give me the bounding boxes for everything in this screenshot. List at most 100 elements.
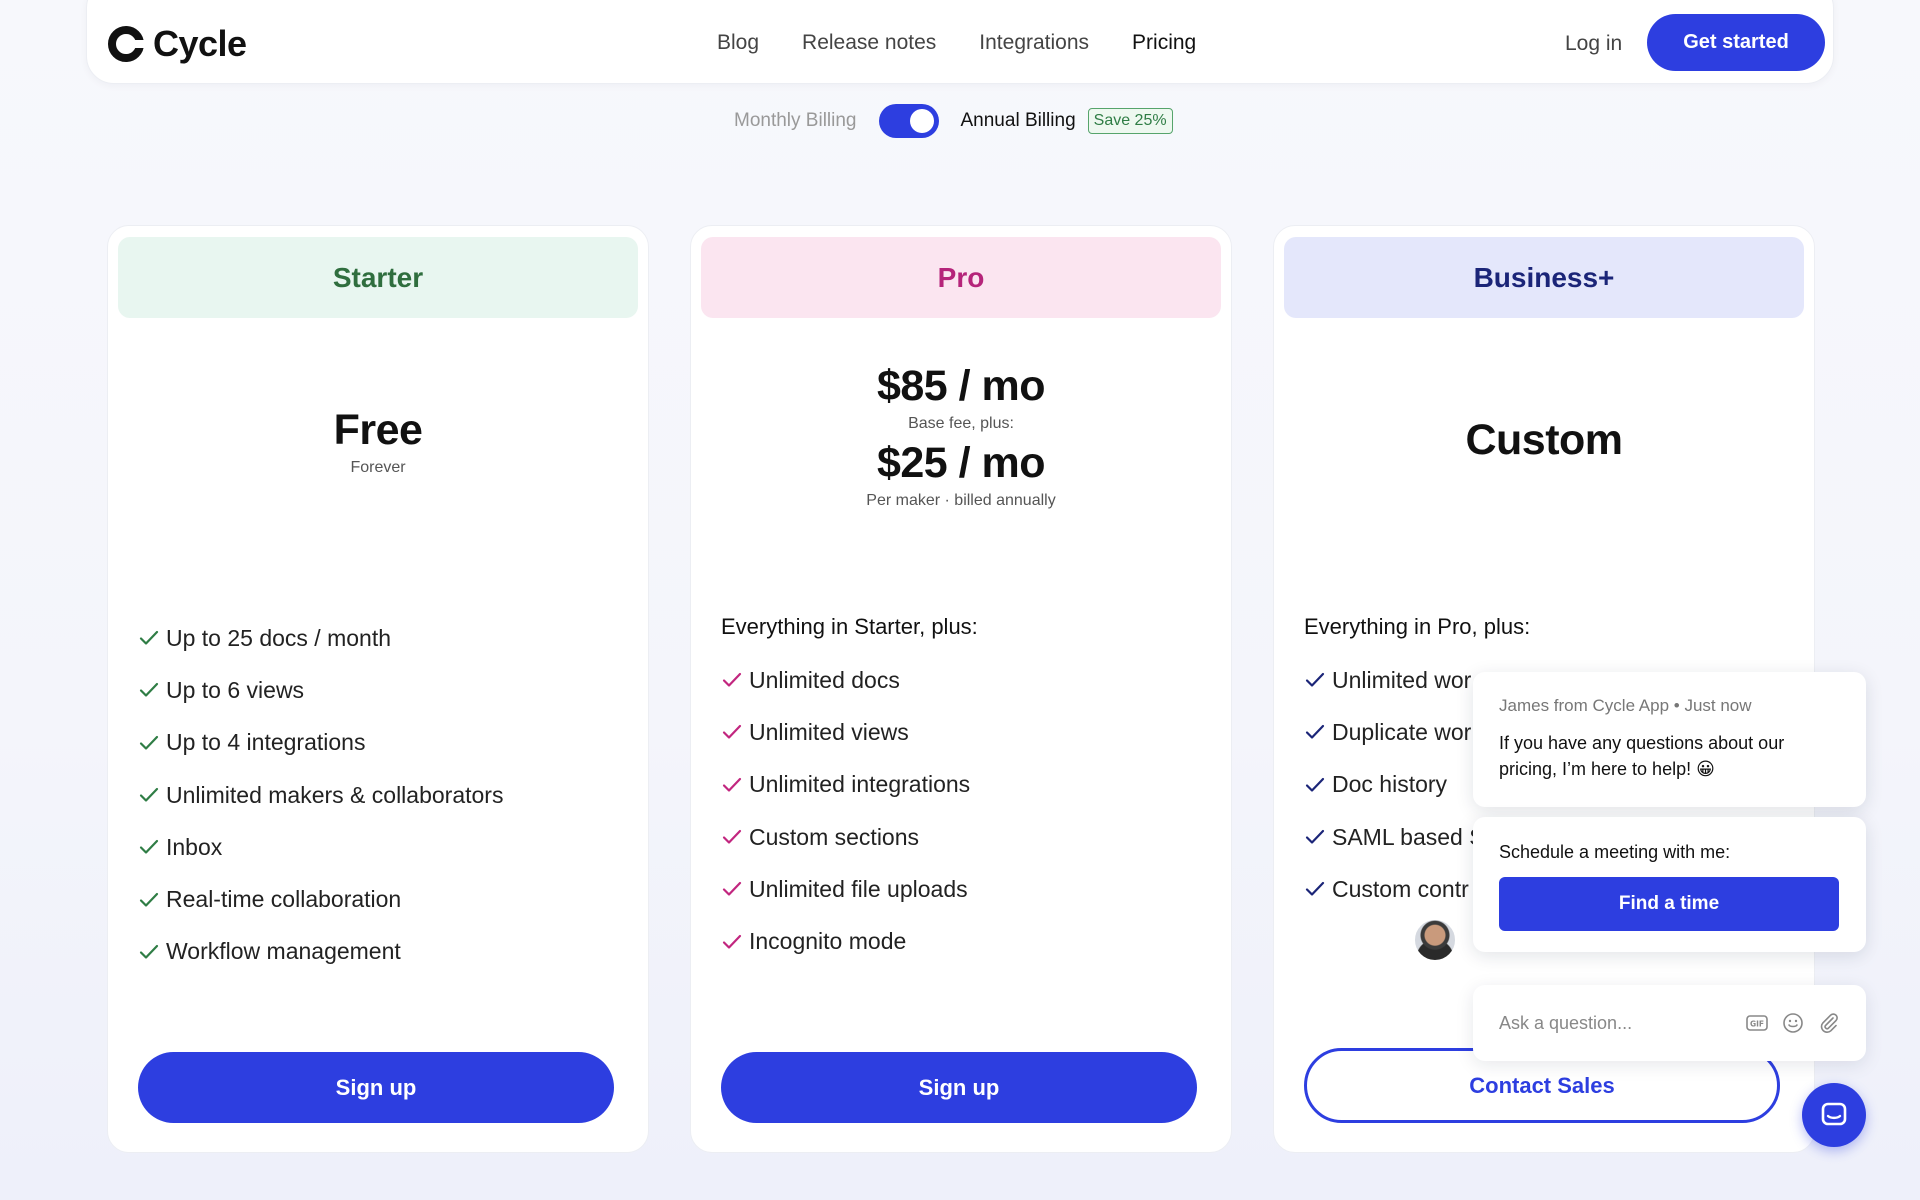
plan-card-pro: Pro $85 / mo Base fee, plus: $25 / mo Pe… [690, 225, 1232, 1153]
feature-text: Up to 6 views [166, 676, 305, 703]
feature-text: SAML based S [1332, 823, 1485, 850]
price-starter: Free [333, 406, 423, 454]
feature-text: Up to 4 integrations [166, 729, 366, 756]
list-item: Custom contr [1304, 863, 1485, 915]
check-icon [139, 735, 159, 750]
billing-toggle-switch[interactable] [878, 103, 939, 138]
check-icon [139, 892, 159, 907]
plan-header-business: Business+ [1284, 237, 1804, 318]
list-item: Up to 25 docs / month [138, 612, 503, 664]
check-icon [1305, 882, 1325, 896]
chat-message-bubble: James from Cycle App • Just now If you h… [1473, 672, 1866, 807]
login-link[interactable]: Log in [1565, 32, 1622, 56]
chat-bubble-icon [1821, 1102, 1847, 1126]
avatar [1413, 918, 1457, 962]
list-item: Custom sections [721, 811, 970, 863]
check-icon [139, 683, 159, 698]
starter-sign-up-button[interactable]: Sign up [138, 1052, 614, 1123]
feature-text: Workflow management [166, 938, 401, 965]
feature-text: Unlimited file uploads [749, 875, 968, 902]
check-icon [139, 631, 159, 645]
top-navigation-bar: Cycle Blog Release notes Integrations Pr… [86, 0, 1834, 84]
nav-pricing[interactable]: Pricing [1132, 31, 1196, 55]
feature-list-starter: Up to 25 docs / month Up to 6 views Up t… [138, 612, 503, 978]
nav-blog[interactable]: Blog [717, 31, 759, 55]
feature-text: Custom contr [1332, 875, 1469, 902]
nav-release-notes[interactable]: Release notes [802, 31, 936, 55]
billing-toggle-row: Monthly Billing Annual Billing Save 25% [734, 103, 1173, 138]
list-item: Unlimited wor [1304, 654, 1485, 706]
list-item: Duplicate wor [1304, 706, 1485, 758]
check-icon [1305, 829, 1325, 844]
chat-schedule-card: Schedule a meeting with me: Find a time [1473, 817, 1866, 952]
feature-list-business: Unlimited wor Duplicate wor Doc history … [1304, 654, 1485, 915]
check-icon [139, 787, 159, 802]
price-business: Custom [1465, 416, 1623, 464]
list-item: Unlimited file uploads [721, 863, 970, 915]
feature-list-pro: Unlimited docs Unlimited views Unlimited… [721, 654, 970, 968]
list-item: Unlimited integrations [721, 759, 970, 811]
list-item: Workflow management [138, 926, 503, 978]
main-nav: Blog Release notes Integrations Pricing [717, 31, 1196, 55]
check-icon [139, 944, 159, 959]
brand-name: Cycle [153, 23, 247, 64]
chat-launcher-button[interactable] [1802, 1083, 1866, 1147]
plan-header-pro: Pro [701, 237, 1221, 318]
svg-text:GIF: GIF [1750, 1020, 1764, 1029]
cycle-logo-icon [108, 26, 145, 62]
list-item: Inbox [138, 821, 503, 873]
chat-input-bar: GIF [1473, 985, 1866, 1061]
feature-text: Duplicate wor [1332, 718, 1472, 745]
plan-card-starter: Starter Free Forever Up to 25 docs / mon… [107, 225, 649, 1153]
list-item: Unlimited docs [721, 654, 970, 706]
feature-text: Custom sections [749, 823, 920, 850]
chat-message-meta: James from Cycle App • Just now [1499, 696, 1752, 715]
price-block-pro: $85 / mo Base fee, plus: $25 / mo Per ma… [691, 362, 1231, 510]
monthly-billing-label[interactable]: Monthly Billing [734, 110, 857, 132]
feature-text: Inbox [166, 833, 223, 860]
features-title-business: Everything in Pro, plus: [1304, 614, 1531, 639]
features-title-pro: Everything in Starter, plus: [721, 614, 978, 639]
check-icon [1305, 777, 1325, 792]
price-note-pro-per-maker: Per maker · billed annually [866, 492, 1056, 509]
paperclip-icon[interactable] [1818, 1012, 1840, 1034]
save-badge: Save 25% [1087, 107, 1173, 134]
check-icon [722, 777, 742, 792]
list-item: Incognito mode [721, 915, 970, 967]
chat-input-icons: GIF [1746, 1012, 1840, 1034]
feature-text: Unlimited docs [749, 666, 900, 693]
list-item: Up to 6 views [138, 664, 503, 716]
cycle-logo[interactable]: Cycle [107, 23, 247, 65]
check-icon [722, 829, 742, 844]
feature-text: Incognito mode [749, 928, 907, 955]
list-item: Up to 4 integrations [138, 717, 503, 769]
get-started-button[interactable]: Get started [1647, 14, 1825, 71]
annual-billing-label[interactable]: Annual Billing [961, 110, 1076, 132]
check-icon [722, 725, 742, 740]
feature-text: Real-time collaboration [166, 886, 402, 913]
list-item: SAML based S [1304, 811, 1485, 863]
feature-text: Doc history [1332, 771, 1448, 798]
emoji-icon[interactable] [1782, 1012, 1804, 1034]
nav-integrations[interactable]: Integrations [979, 31, 1089, 55]
find-a-time-button[interactable]: Find a time [1499, 877, 1839, 931]
ask-question-input[interactable] [1499, 1012, 1746, 1034]
price-note-pro-base: Base fee, plus: [908, 415, 1014, 432]
pro-sign-up-button[interactable]: Sign up [721, 1052, 1197, 1123]
check-icon [722, 673, 742, 687]
price-note-starter: Forever [350, 459, 406, 476]
list-item: Real-time collaboration [138, 873, 503, 925]
check-icon [722, 934, 742, 949]
list-item: Unlimited views [721, 706, 970, 758]
gif-icon[interactable]: GIF [1746, 1015, 1768, 1031]
feature-text: Up to 25 docs / month [166, 624, 392, 651]
chat-message-text: If you have any questions about our pric… [1499, 733, 1785, 779]
toggle-knob [909, 108, 934, 133]
feature-text: Unlimited wor [1332, 666, 1472, 693]
price-pro-base: $85 / mo [876, 362, 1046, 410]
price-block-business: Custom [1274, 416, 1814, 465]
list-item: Doc history [1304, 759, 1485, 811]
price-pro-per-maker: $25 / mo [876, 439, 1046, 487]
price-block-starter: Free Forever [108, 406, 648, 477]
check-icon [1305, 673, 1325, 687]
